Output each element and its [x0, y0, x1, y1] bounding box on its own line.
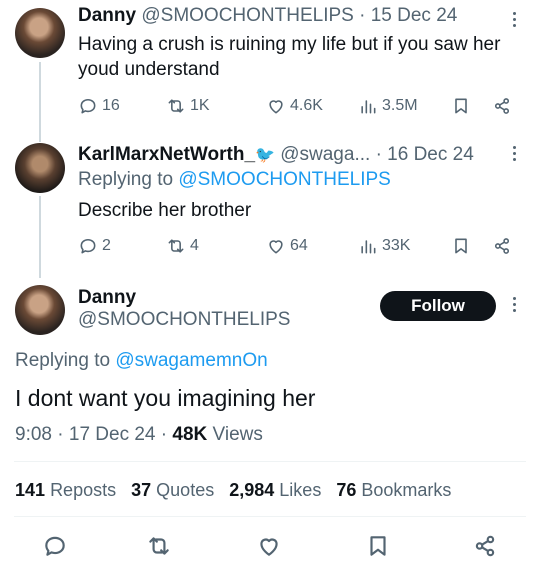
reply-button[interactable]: 16: [78, 94, 120, 118]
tweet-text: Describe her brother: [78, 200, 252, 221]
reply-count: 2: [102, 237, 111, 254]
replying-prefix: Replying to: [15, 350, 111, 371]
separator: ·: [57, 424, 64, 445]
share-button[interactable]: [492, 94, 512, 118]
bookmark-button[interactable]: [451, 234, 471, 258]
bookmark-button[interactable]: [451, 94, 471, 118]
like-icon[interactable]: [256, 533, 282, 559]
author-name[interactable]: Danny: [78, 5, 136, 26]
more-icon[interactable]: [513, 12, 517, 30]
separator: ·: [160, 424, 168, 445]
reply-icon[interactable]: [42, 533, 68, 559]
stat-bookmarks[interactable]: 76 Bookmarks: [336, 480, 451, 500]
like-count: 4.6K: [290, 97, 323, 114]
like-count: 64: [290, 237, 308, 254]
author-name[interactable]: Danny: [78, 287, 136, 309]
follow-button[interactable]: Follow: [380, 291, 496, 321]
stat-quotes[interactable]: 37 Quotes: [131, 480, 214, 500]
share-button[interactable]: [492, 234, 512, 258]
author-handle[interactable]: @swaga...: [280, 144, 370, 165]
replying-to-link[interactable]: @SMOOCHONTHELIPS: [178, 169, 390, 190]
bookmark-icon[interactable]: [365, 533, 391, 559]
author-name[interactable]: KarlMarxNetWorth_: [78, 144, 255, 165]
repost-icon: [168, 99, 184, 113]
separator: ·: [359, 5, 366, 26]
reply-icon: [80, 98, 96, 114]
tweet-actions: 16 1K 4.6K 3.5M: [78, 94, 518, 118]
tweet-text: Having a crush is ruining my life but if…: [78, 34, 501, 80]
views-label: Views: [212, 424, 263, 445]
thread-line: [39, 196, 41, 278]
views-count: 3.5M: [382, 97, 418, 114]
replying-to-link[interactable]: @swagamemnOn: [115, 350, 267, 371]
views-icon: [361, 240, 376, 254]
bookmark-icon: [455, 98, 467, 114]
stat-reposts[interactable]: 141 Reposts: [15, 480, 116, 500]
avatar[interactable]: [15, 285, 65, 335]
share-icon: [494, 98, 510, 114]
tweet-actions: 2 4 64 33K: [78, 234, 518, 258]
raven-emoji-icon: 🐦: [255, 147, 275, 164]
stat-likes[interactable]: 2,984 Likes: [229, 480, 321, 500]
tweet-time[interactable]: 9:08: [15, 424, 52, 445]
avatar[interactable]: [15, 143, 65, 193]
divider: [14, 516, 526, 517]
replying-prefix: Replying to: [78, 169, 174, 190]
like-button[interactable]: 64: [266, 234, 308, 258]
repost-count: 4: [190, 237, 199, 254]
share-icon[interactable]: [472, 533, 498, 559]
tweet-date[interactable]: 16 Dec 24: [387, 144, 474, 165]
tweet-text: I dont want you imagining her: [15, 385, 316, 411]
reply-icon: [80, 238, 96, 254]
tweet-date[interactable]: 15 Dec 24: [371, 5, 458, 26]
like-icon: [269, 100, 283, 114]
divider: [14, 461, 526, 462]
more-icon[interactable]: [513, 297, 517, 315]
engagement-stats: 141 Reposts 37 Quotes 2,984 Likes 76 Boo…: [15, 480, 451, 501]
replying-to: Replying to @swagamemnOn: [15, 348, 268, 373]
author-handle[interactable]: @SMOOCHONTHELIPS: [141, 5, 353, 26]
more-icon[interactable]: [513, 146, 517, 164]
tweet-date[interactable]: 17 Dec 24: [69, 424, 156, 445]
separator: ·: [375, 144, 382, 165]
views-count: 48K: [172, 424, 208, 445]
repost-button[interactable]: 1K: [166, 94, 210, 118]
like-button[interactable]: 4.6K: [266, 94, 323, 118]
main-actions: [0, 533, 540, 561]
views-button[interactable]: 3.5M: [358, 94, 418, 118]
share-icon: [494, 238, 510, 254]
reply-button[interactable]: 2: [78, 234, 111, 258]
replying-to: Replying to @SMOOCHONTHELIPS: [78, 167, 391, 192]
bookmark-icon: [455, 238, 467, 254]
tweet-meta: 9:08 · 17 Dec 24 · 48K Views: [15, 424, 263, 446]
views-count: 33K: [382, 237, 411, 254]
repost-icon: [168, 239, 184, 253]
repost-count: 1K: [190, 97, 210, 114]
avatar[interactable]: [15, 8, 65, 58]
reply-count: 16: [102, 97, 120, 114]
repost-icon[interactable]: [146, 533, 172, 559]
repost-button[interactable]: 4: [166, 234, 199, 258]
author-handle[interactable]: @SMOOCHONTHELIPS: [78, 309, 290, 331]
tweet-header: KarlMarxNetWorth_🐦 @swaga... · 16 Dec 24: [78, 144, 474, 166]
like-icon: [269, 240, 283, 254]
tweet-header: Danny @SMOOCHONTHELIPS · 15 Dec 24: [78, 5, 457, 27]
views-icon: [361, 100, 376, 114]
thread-line: [39, 62, 41, 142]
views-button[interactable]: 33K: [358, 234, 410, 258]
